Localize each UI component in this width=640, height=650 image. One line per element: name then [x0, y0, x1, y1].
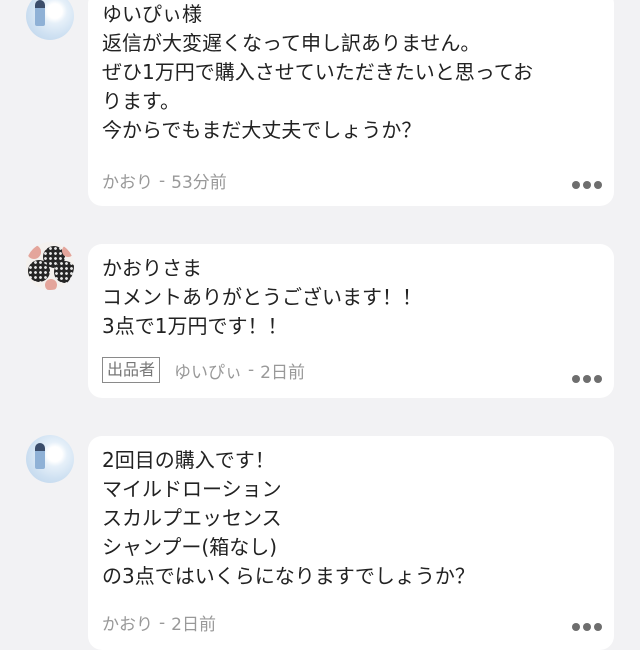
comment-thread: ゆいぴぃ様 返信が大変遅くなって申し訳ありません。 ぜひ1万円で購入させていただ…	[0, 0, 640, 650]
more-dots-icon[interactable]	[572, 180, 602, 190]
comment-author[interactable]: かおり	[102, 610, 153, 635]
avatar-figure	[35, 443, 45, 469]
comment-author[interactable]: ゆいぴぃ	[174, 358, 242, 383]
user-avatar[interactable]	[26, 435, 74, 483]
comment-meta: 出品者 ゆいぴぃ - 2日前	[102, 357, 305, 383]
meta-separator: -	[159, 170, 166, 191]
user-avatar[interactable]	[26, 0, 74, 40]
comment-time: 2日前	[260, 362, 305, 383]
more-dots-icon[interactable]	[572, 622, 602, 632]
comment-text: 2回目の購入です！ マイルドローション スカルプエッセンス シャンプー(箱なし)…	[102, 448, 475, 588]
comment-bubble: かおりさま コメントありがとうございます！！ 3点で1万円です！！ 出品者 ゆい…	[88, 244, 614, 398]
user-avatar[interactable]	[26, 242, 74, 290]
comment-text: ゆいぴぃ様 返信が大変遅くなって申し訳ありません。 ぜひ1万円で購入させていただ…	[102, 2, 534, 142]
comment-time: 53分前	[171, 173, 227, 193]
comment-time: 2日前	[171, 615, 216, 635]
comment-meta: かおり - 53分前	[102, 168, 227, 194]
comment-text: かおりさま コメントありがとうございます！！ 3点で1万円です！！	[102, 256, 422, 338]
more-dots-icon[interactable]	[572, 374, 602, 384]
comment-bubble: 2回目の購入です！ マイルドローション スカルプエッセンス シャンプー(箱なし)…	[88, 436, 614, 650]
meta-separator: -	[248, 360, 255, 380]
meta-separator: -	[159, 612, 166, 633]
avatar-figure	[35, 0, 45, 26]
comment-meta: かおり - 2日前	[102, 610, 216, 636]
seller-badge: 出品者	[102, 357, 161, 383]
comment-bubble: ゆいぴぃ様 返信が大変遅くなって申し訳ありません。 ぜひ1万円で購入させていただ…	[88, 0, 614, 206]
comment-author[interactable]: かおり	[102, 168, 153, 193]
